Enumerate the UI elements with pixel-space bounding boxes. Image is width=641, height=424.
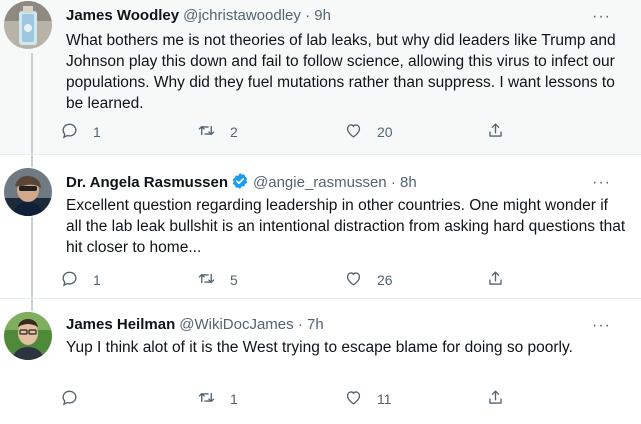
tweet-header: James Woodley @jchristawoodley · 9h: [66, 6, 331, 26]
heart-icon: [344, 121, 363, 143]
retweet-count: 5: [230, 272, 238, 288]
heart-icon: [344, 269, 363, 291]
share-icon: [486, 121, 505, 143]
verified-badge-icon: [231, 172, 249, 196]
like-count: 26: [377, 272, 393, 288]
share-icon: [486, 388, 505, 410]
more-icon[interactable]: ···: [592, 174, 611, 192]
like-count: 20: [377, 124, 393, 140]
retweet-button[interactable]: 1: [197, 387, 238, 411]
retweet-count: 2: [230, 124, 238, 140]
retweet-button[interactable]: 5: [197, 268, 238, 292]
like-button[interactable]: 20: [344, 120, 393, 144]
like-button[interactable]: 26: [344, 268, 393, 292]
like-count: 11: [377, 391, 392, 407]
more-icon[interactable]: ···: [592, 8, 611, 26]
heart-icon: [344, 388, 363, 410]
reply-icon: [60, 121, 79, 143]
tweet[interactable]: James Heilman @WikiDocJames · 7h ··· Yup …: [0, 298, 641, 424]
timestamp[interactable]: 7h: [307, 316, 324, 333]
avatar[interactable]: [4, 312, 52, 360]
timestamp[interactable]: 8h: [400, 174, 417, 191]
action-bar: 1 5 26: [60, 268, 520, 292]
author-name[interactable]: Dr. Angela Rasmussen: [66, 174, 228, 191]
tweet[interactable]: Dr. Angela Rasmussen @angie_rasmussen · 8…: [0, 154, 641, 299]
tweet-header: James Heilman @WikiDocJames · 7h: [66, 315, 324, 335]
author-name[interactable]: James Woodley: [66, 7, 179, 24]
thread-line: [31, 53, 33, 154]
reply-count: 1: [93, 272, 101, 288]
thread-line: [31, 155, 33, 167]
tweet-text: Excellent question regarding leadership …: [66, 197, 626, 256]
thread-line: [31, 217, 33, 299]
avatar[interactable]: [4, 168, 52, 216]
more-icon[interactable]: ···: [592, 317, 611, 335]
retweet-count: 1: [230, 391, 238, 407]
author-handle[interactable]: @angie_rasmussen: [253, 174, 387, 191]
retweet-icon: [197, 388, 216, 410]
avatar[interactable]: [4, 1, 52, 49]
retweet-button[interactable]: 2: [197, 120, 238, 144]
timestamp[interactable]: 9h: [314, 7, 331, 24]
share-button[interactable]: [486, 120, 505, 144]
author-handle[interactable]: @jchristawoodley: [183, 7, 301, 24]
tweet[interactable]: James Woodley @jchristawoodley · 9h ··· W…: [0, 0, 641, 154]
reply-icon: [60, 388, 79, 410]
reply-button[interactable]: [60, 387, 93, 411]
action-bar: 1 11: [60, 387, 520, 411]
reply-button[interactable]: 1: [60, 120, 101, 144]
separator-dot: ·: [305, 7, 311, 24]
reply-icon: [60, 269, 79, 291]
reply-button[interactable]: 1: [60, 268, 101, 292]
tweet-header: Dr. Angela Rasmussen @angie_rasmussen · 8…: [66, 172, 417, 192]
like-button[interactable]: 11: [344, 387, 392, 411]
separator-dot: ·: [297, 316, 303, 333]
tweet-text: What bothers me is not theories of lab l…: [66, 32, 616, 112]
reply-count: 1: [93, 124, 101, 140]
share-button[interactable]: [486, 387, 505, 411]
author-handle[interactable]: @WikiDocJames: [179, 316, 293, 333]
share-button[interactable]: [486, 268, 505, 292]
tweet-text: Yup I think alot of it is the West tryin…: [66, 339, 573, 356]
separator-dot: ·: [390, 174, 396, 191]
author-name[interactable]: James Heilman: [66, 316, 175, 333]
thread-line: [31, 299, 33, 311]
retweet-icon: [197, 121, 216, 143]
action-bar: 1 2 20: [60, 120, 520, 144]
tweet-thread: James Woodley @jchristawoodley · 9h ··· W…: [0, 0, 641, 424]
retweet-icon: [197, 269, 216, 291]
share-icon: [486, 269, 505, 291]
